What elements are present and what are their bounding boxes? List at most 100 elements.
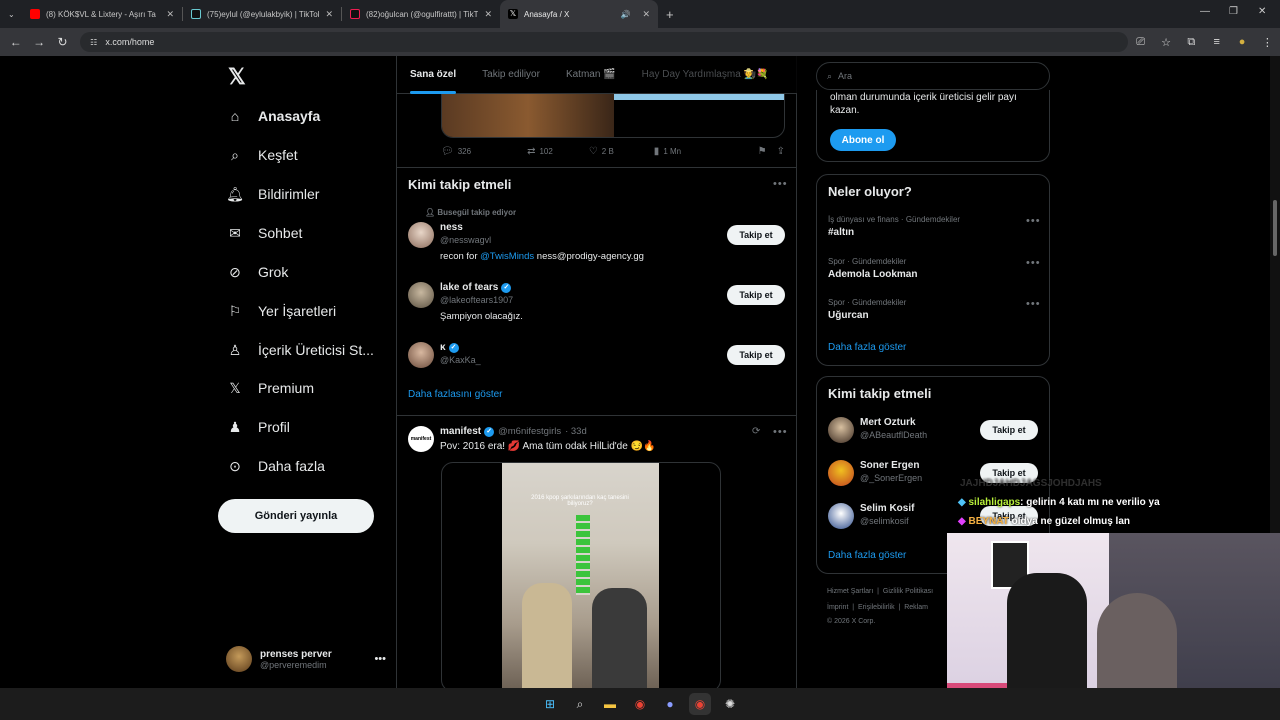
- more-icon[interactable]: •••: [1026, 257, 1041, 269]
- x-logo-icon[interactable]: 𝕏: [228, 64, 246, 90]
- close-tab-icon[interactable]: ✕: [160, 9, 174, 20]
- nav-item[interactable]: ✉ Sohbet: [226, 221, 302, 245]
- show-more-link[interactable]: Daha fazlasını göster: [408, 389, 503, 400]
- creator-icon: ♙: [228, 341, 242, 358]
- share-icon[interactable]: ⇪: [777, 146, 785, 157]
- more-icon[interactable]: •••: [773, 178, 788, 190]
- follow-button[interactable]: Takip et: [727, 225, 785, 245]
- url-field[interactable]: ☷ x.com/home: [80, 32, 1128, 52]
- menu-icon[interactable]: ⋮: [1255, 36, 1280, 49]
- forward-icon[interactable]: →: [27, 35, 50, 49]
- video-player[interactable]: 2016 kpop şarkılarından kaç tanesini bil…: [502, 463, 659, 688]
- follow-button[interactable]: Takip et: [980, 420, 1038, 440]
- follow-button[interactable]: Takip et: [727, 345, 785, 365]
- post-button[interactable]: Gönderi yayınla: [218, 499, 374, 533]
- close-tab-icon[interactable]: ✕: [319, 9, 333, 20]
- browser-tab-active[interactable]: 𝕏 Anasayfa / X 🔊 ✕: [500, 0, 658, 28]
- speaker-icon[interactable]: 🔊: [620, 10, 630, 19]
- follow-button[interactable]: Takip et: [727, 285, 785, 305]
- close-tab-icon[interactable]: ✕: [636, 9, 650, 20]
- nav-item[interactable]: ⊘ Grok: [226, 260, 288, 284]
- close-tab-icon[interactable]: ✕: [478, 9, 492, 20]
- tab-list-katman[interactable]: Katman 🎬: [553, 56, 629, 94]
- repost-button[interactable]: ⇄ 102: [527, 146, 553, 157]
- window-close-icon[interactable]: ✕: [1258, 6, 1266, 17]
- search-input[interactable]: ⌕ Ara: [816, 62, 1050, 90]
- back-icon[interactable]: ←: [4, 35, 27, 49]
- chrome-icon[interactable]: ◉: [629, 693, 651, 715]
- nav-item[interactable]: 𝕏 Premium: [226, 376, 314, 400]
- nav-item[interactable]: 🔔︎ Bildirimler: [226, 182, 319, 206]
- reply-button[interactable]: 💬︎ 326: [441, 146, 471, 157]
- cast-icon[interactable]: ⎚: [1128, 36, 1153, 49]
- tiktok-icon: [191, 9, 201, 19]
- grok-icon[interactable]: ⟳: [752, 426, 760, 437]
- account-switcher[interactable]: prenses perver @perveremedim •••: [226, 644, 386, 674]
- more-icon[interactable]: •••: [374, 653, 386, 665]
- minimize-icon[interactable]: —: [1200, 6, 1210, 17]
- footer-link[interactable]: Reklam: [904, 604, 928, 611]
- file-explorer-icon[interactable]: ▬: [599, 693, 621, 715]
- media-icon[interactable]: ≡: [1204, 36, 1229, 48]
- premium-card: olman durumunda içerik üreticisi gelir p…: [816, 90, 1050, 162]
- app-icon[interactable]: ✺: [719, 693, 741, 715]
- trends-title: Neler oluyor?: [828, 184, 912, 199]
- nav-item-label: Sohbet: [258, 225, 303, 241]
- trend-item[interactable]: Spor · Gündemdekiler Ademola Lookman •••: [828, 257, 1040, 280]
- nav-item[interactable]: ⚐ Yer İşaretleri: [226, 299, 336, 323]
- views-button[interactable]: ▮ 1 Mn: [654, 146, 681, 157]
- nav-item[interactable]: ♟ Profil: [226, 415, 290, 439]
- star-icon[interactable]: ☆: [1153, 36, 1178, 49]
- show-more-link[interactable]: Daha fazla göster: [828, 550, 906, 561]
- suggestion-item[interactable]: ness @nesswagvl recon for @TwisMinds nes…: [408, 222, 788, 262]
- browser-tab[interactable]: (75)eylul (@eylulakbyik) | TikTok ✕: [183, 0, 341, 28]
- who-to-follow-title: Kimi takip etmeli: [828, 386, 932, 401]
- footer-link[interactable]: İmprint: [827, 604, 848, 611]
- more-icon[interactable]: •••: [1026, 215, 1041, 227]
- more-icon[interactable]: •••: [773, 426, 788, 438]
- post-media[interactable]: [441, 94, 785, 138]
- like-button[interactable]: ♡ 2 B: [589, 146, 614, 157]
- restore-icon[interactable]: ❐: [1229, 6, 1238, 17]
- browser-tab[interactable]: (82)oğulcan (@ogulfirattt) | TikT ✕: [342, 0, 500, 28]
- new-tab-button[interactable]: +: [658, 0, 682, 28]
- scrollbar-thumb[interactable]: [1273, 200, 1277, 256]
- nav-item[interactable]: ⌕ Keşfet: [226, 143, 298, 167]
- browser-tab[interactable]: (8) KÖK$VL & Lixtery - Aşırı Tan ✕: [22, 0, 182, 28]
- extensions-icon[interactable]: ⧉: [1179, 36, 1204, 49]
- suggestion-item[interactable]: lake of tears ✓ @lakeoftears1907 Şampiyon…: [408, 282, 788, 322]
- reload-icon[interactable]: ↻: [51, 35, 74, 49]
- discord-icon[interactable]: ●: [659, 693, 681, 715]
- tab-following[interactable]: Takip ediliyor: [469, 56, 553, 94]
- footer-link[interactable]: Gizlilik Politikası: [883, 588, 933, 595]
- footer-link[interactable]: Erişilebilirlik: [858, 604, 895, 611]
- show-more-link[interactable]: Daha fazla göster: [828, 342, 906, 353]
- subscribe-button[interactable]: Abone ol: [830, 129, 896, 151]
- search-icon[interactable]: ⌕: [569, 693, 591, 715]
- site-info-icon[interactable]: ☷: [90, 38, 97, 47]
- nav-item[interactable]: ⌂ Anasayfa: [226, 104, 321, 128]
- tab-for-you[interactable]: Sana özel: [397, 56, 469, 94]
- post[interactable]: manifest manifest ✓ @m6nifestgirls · 33d Po…: [408, 426, 788, 452]
- mention-link[interactable]: @TwisMinds: [480, 251, 534, 262]
- bookmark-icon[interactable]: ⚑: [758, 146, 767, 157]
- user-name: κ: [440, 342, 446, 353]
- tab-list-hayday[interactable]: Hay Day Yardımlaşma 🧑‍🌾💐: [629, 56, 782, 94]
- post-media[interactable]: 2016 kpop şarkılarından kaç tanesini bil…: [441, 462, 721, 688]
- footer-link[interactable]: Hizmet Şartları: [827, 588, 873, 595]
- chrome-icon[interactable]: ◉: [689, 693, 711, 715]
- profile-avatar-icon[interactable]: ●: [1229, 36, 1254, 48]
- tab-search-button[interactable]: ⌄: [0, 0, 22, 28]
- nav-item[interactable]: ♙ İçerik Üreticisi St...: [226, 338, 374, 362]
- trend-item[interactable]: İş dünyası ve finans · Gündemdekiler #al…: [828, 215, 1040, 238]
- verified-badge-icon: ✓: [501, 282, 512, 293]
- post-time[interactable]: · 33d: [565, 426, 587, 437]
- nav-item-label: Keşfet: [258, 147, 298, 163]
- suggestion-item[interactable]: κ ✓ @KaxKa_ Takip et: [408, 342, 788, 368]
- more-icon[interactable]: •••: [1026, 298, 1041, 310]
- suggestion-item[interactable]: Mert Ozturk @ABeautflDeath Takip et: [828, 417, 1040, 447]
- windows-start-icon[interactable]: ⊞: [539, 693, 561, 715]
- trend-item[interactable]: Spor · Gündemdekiler Uğurcan •••: [828, 298, 1040, 321]
- nav-item[interactable]: ⊙ Daha fazla: [226, 454, 325, 478]
- heart-icon: ♡: [588, 146, 598, 157]
